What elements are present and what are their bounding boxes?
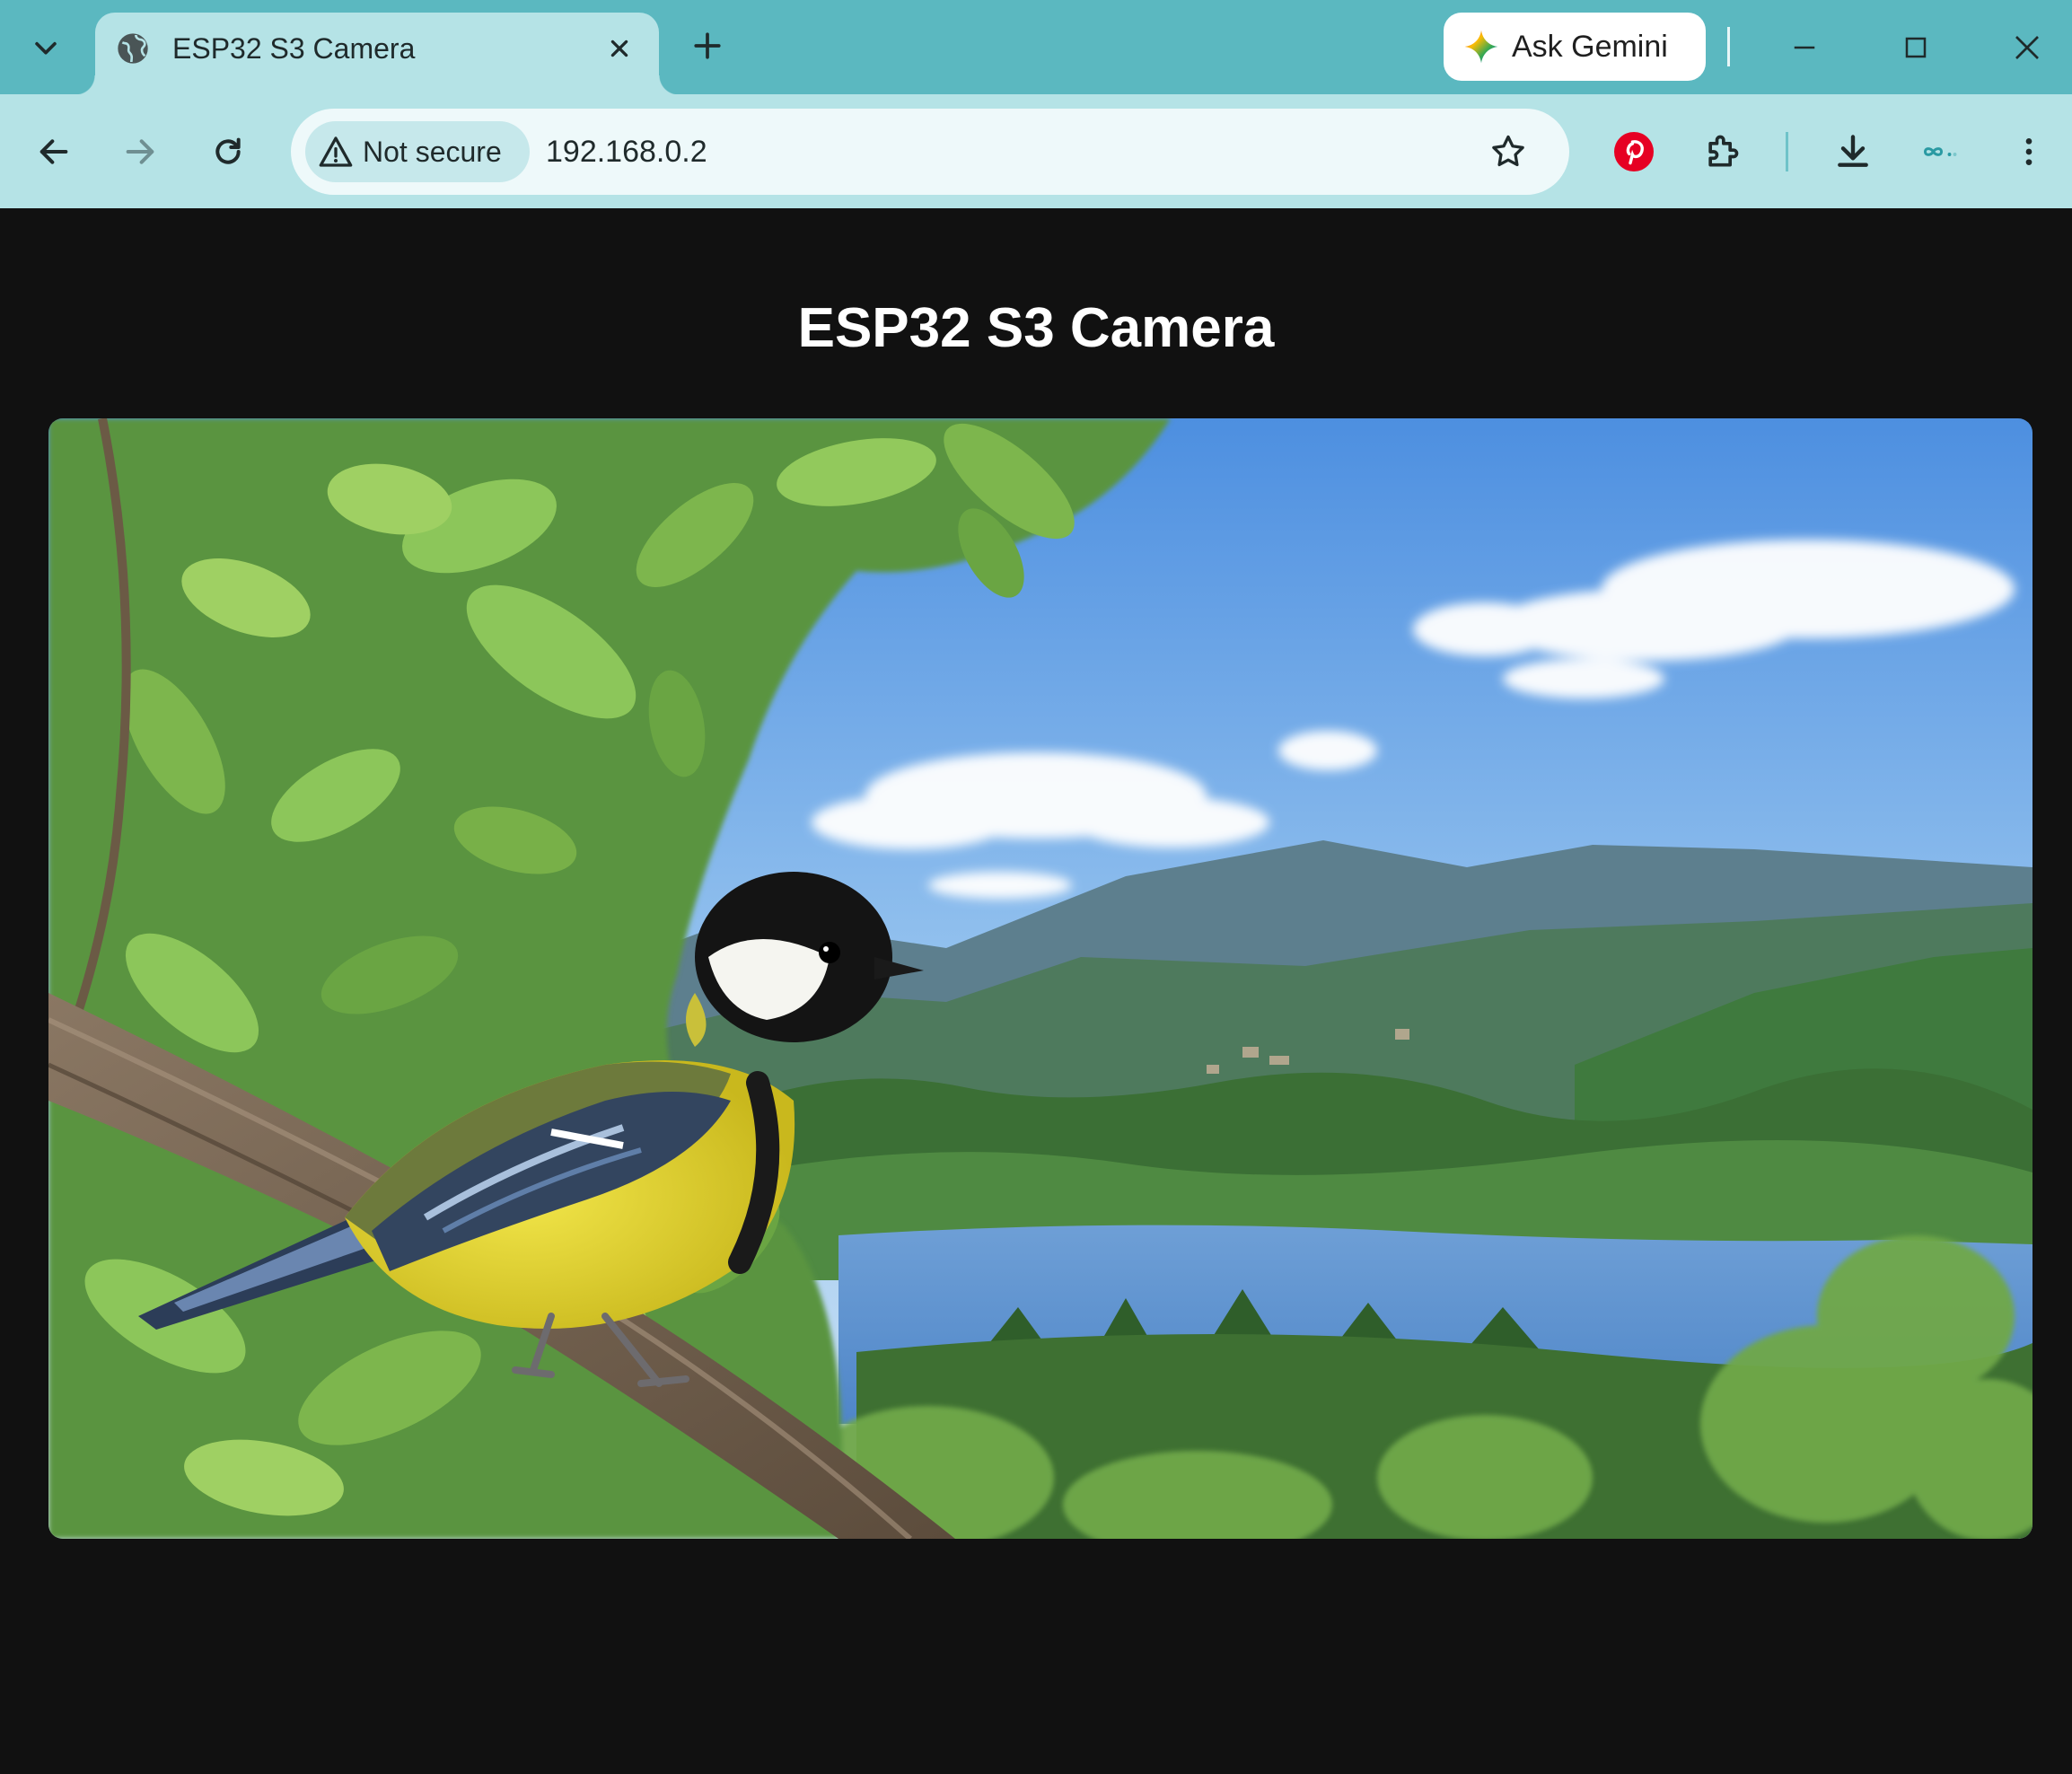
globe-icon xyxy=(118,33,148,64)
pinterest-icon xyxy=(1614,132,1654,171)
arrow-right-icon xyxy=(126,139,154,164)
plus-icon xyxy=(694,32,721,59)
maximize-button[interactable] xyxy=(1880,16,1952,79)
more-vertical-icon xyxy=(2025,138,2032,165)
chevron-down-icon xyxy=(35,41,57,55)
infinity-logo-icon xyxy=(1923,147,1957,156)
new-tab-button[interactable] xyxy=(682,18,733,74)
bird-landscape-photo xyxy=(48,418,2032,1539)
reload-button[interactable] xyxy=(199,123,257,180)
tab-close-button[interactable] xyxy=(598,27,641,70)
tab-title: ESP32 S3 Camera xyxy=(172,32,416,65)
arrow-left-icon xyxy=(40,139,68,164)
security-label: Not secure xyxy=(363,135,502,168)
close-icon xyxy=(610,40,628,57)
camera-stream-image xyxy=(48,418,2032,1539)
download-icon xyxy=(1838,135,1868,167)
extensions-button[interactable] xyxy=(1693,123,1751,180)
tab-strip: ESP32 S3 Camera Ask Gemini xyxy=(0,0,2072,95)
maximize-icon xyxy=(1905,37,1927,58)
close-icon xyxy=(2015,36,2039,59)
pinterest-extension-button[interactable] xyxy=(1605,123,1663,180)
tab-search-button[interactable] xyxy=(11,13,81,83)
divider xyxy=(1786,132,1788,171)
ask-gemini-button[interactable]: Ask Gemini xyxy=(1444,13,1706,81)
profile-extension-button[interactable] xyxy=(1909,123,1966,180)
star-icon xyxy=(1492,135,1524,167)
address-bar[interactable]: Not secure 192.168.0.2 xyxy=(291,109,1569,195)
url-text[interactable]: 192.168.0.2 xyxy=(546,132,707,171)
browser-toolbar: Not secure 192.168.0.2 xyxy=(0,94,2072,208)
reload-icon xyxy=(215,137,241,164)
minimize-icon xyxy=(1794,46,1815,49)
downloads-button[interactable] xyxy=(1824,123,1882,180)
bookmark-star-button[interactable] xyxy=(1485,128,1532,175)
close-window-button[interactable] xyxy=(1991,16,2063,79)
warning-icon xyxy=(319,136,353,167)
site-security-chip[interactable]: Not secure xyxy=(305,121,530,182)
forward-button[interactable] xyxy=(111,123,169,180)
active-tab[interactable]: ESP32 S3 Camera xyxy=(75,13,679,95)
ask-gemini-label: Ask Gemini xyxy=(1512,29,1668,64)
puzzle-icon xyxy=(1708,135,1739,167)
back-button[interactable] xyxy=(25,123,83,180)
menu-button[interactable] xyxy=(2000,123,2058,180)
page-title: ESP32 S3 Camera xyxy=(797,297,1275,359)
gemini-sparkle-icon xyxy=(1464,30,1498,64)
minimize-button[interactable] xyxy=(1769,16,1840,79)
divider xyxy=(1727,27,1730,66)
